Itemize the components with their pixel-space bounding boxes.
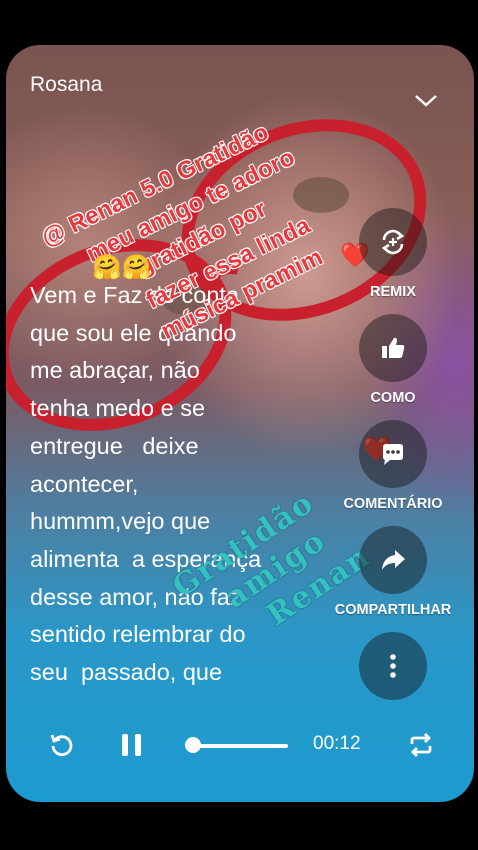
share-button[interactable]: COMPARTILHAR xyxy=(318,526,468,618)
hug-emoji: 🤗🤗 xyxy=(92,254,152,281)
pause-icon[interactable] xyxy=(118,732,146,758)
progress-track[interactable] xyxy=(188,744,288,748)
remix-label: REMIX xyxy=(370,284,416,300)
thumbs-up-icon xyxy=(382,337,405,358)
lyrics-text: Vem e Faz de conta que sou ele quando me… xyxy=(30,282,262,686)
more-vertical-icon xyxy=(390,654,396,678)
repeat-icon[interactable] xyxy=(407,731,435,759)
remix-icon xyxy=(381,229,405,255)
progress-knob[interactable] xyxy=(185,737,201,753)
share-icon xyxy=(382,550,405,570)
elapsed-time: 00:12 xyxy=(313,733,361,754)
more-button[interactable] xyxy=(318,632,468,700)
comment-label: COMENTÁRIO xyxy=(343,496,443,512)
like-label: COMO xyxy=(370,390,416,406)
author-name[interactable]: Rosana xyxy=(30,73,102,97)
replay-icon[interactable] xyxy=(48,731,76,759)
like-button[interactable]: COMO xyxy=(318,314,468,406)
chevron-down-icon[interactable] xyxy=(414,93,438,109)
comment-icon xyxy=(383,444,403,465)
share-label: COMPARTILHAR xyxy=(334,602,452,618)
remix-button[interactable]: REMIX xyxy=(318,208,468,300)
comment-button[interactable]: COMENTÁRIO xyxy=(318,420,468,512)
